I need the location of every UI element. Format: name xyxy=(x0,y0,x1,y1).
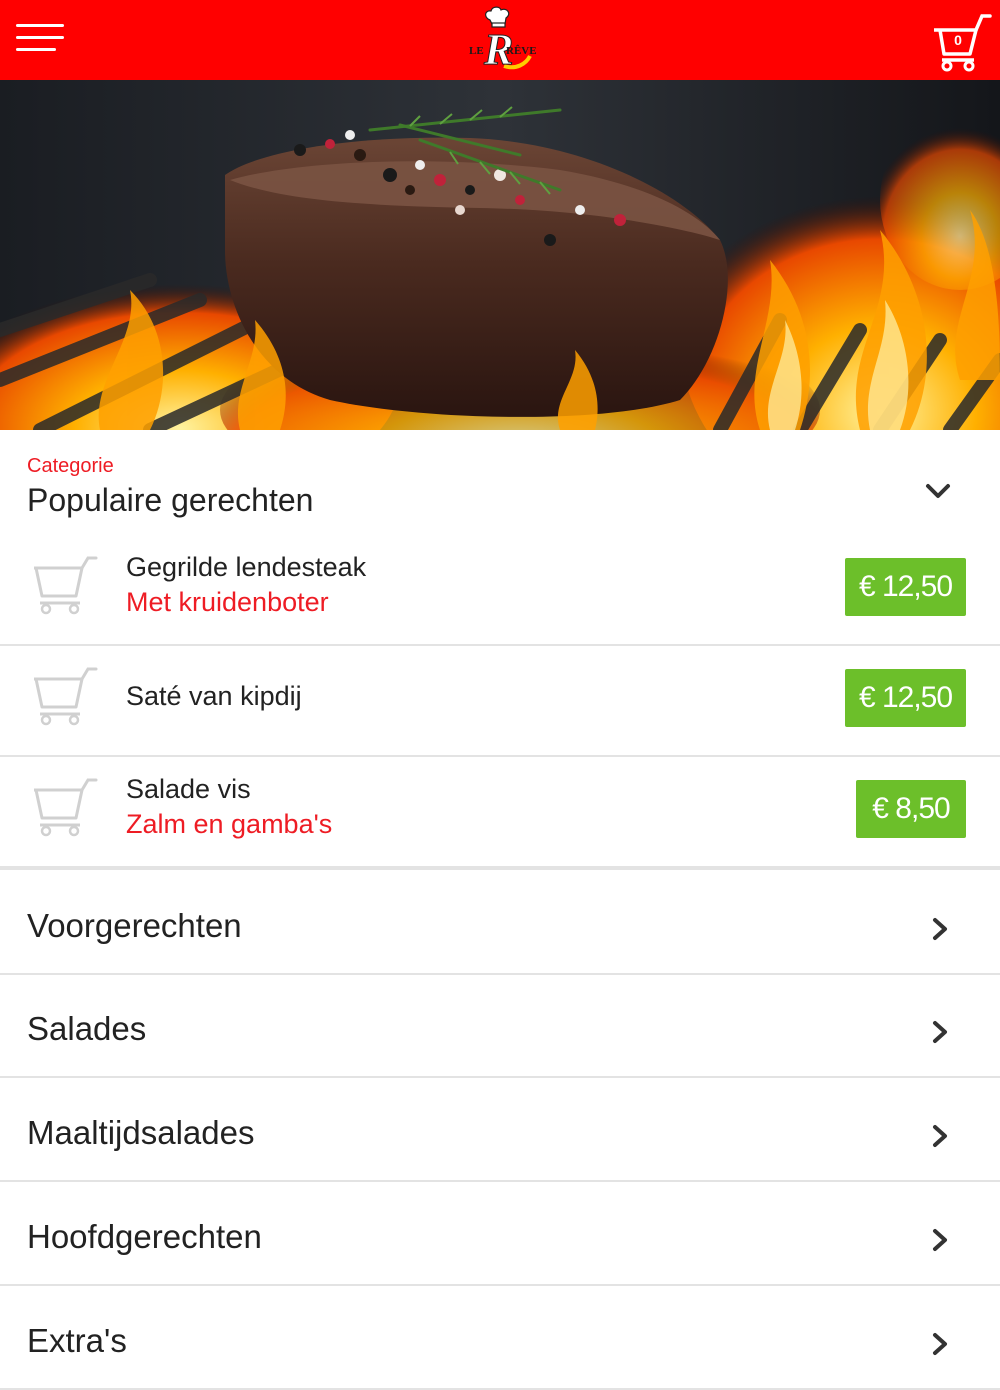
dish-row[interactable]: Salade vis Zalm en gamba's € 8,50 xyxy=(0,756,1000,868)
cart-count-badge: 0 xyxy=(954,32,962,48)
chevron-right-icon xyxy=(933,1021,947,1043)
logo[interactable]: LE R RÊVE xyxy=(460,6,540,75)
dish-name: Saté van kipdij xyxy=(126,681,302,711)
hamburger-line xyxy=(16,24,64,27)
dish-description: Zalm en gamba's xyxy=(126,809,333,839)
dish-row[interactable]: Saté van kipdij € 12,50 xyxy=(0,645,1000,757)
price-button[interactable]: € 8,50 xyxy=(856,780,966,838)
svg-text:LE: LE xyxy=(469,45,484,57)
dish-description: Met kruidenboter xyxy=(126,587,329,617)
chevron-down-icon[interactable] xyxy=(920,474,956,508)
category-row-maaltijdsalades[interactable]: Maaltijdsalades xyxy=(0,1077,1000,1182)
cart-button[interactable]: 0 xyxy=(930,10,992,72)
add-to-cart-icon[interactable] xyxy=(30,667,100,727)
category-row-label: Hoofdgerechten xyxy=(27,1218,262,1255)
hero-image xyxy=(0,80,1000,430)
svg-text:RÊVE: RÊVE xyxy=(506,45,537,57)
price-button[interactable]: € 12,50 xyxy=(845,558,966,616)
hamburger-line xyxy=(16,36,64,39)
category-row-hoofdgerechten[interactable]: Hoofdgerechten xyxy=(0,1181,1000,1286)
chevron-right-icon xyxy=(933,1125,947,1147)
dish-name: Gegrilde lendesteak xyxy=(126,552,367,582)
category-row-voorgerechten[interactable]: Voorgerechten xyxy=(0,868,1000,975)
category-row-label: Extra's xyxy=(27,1322,127,1359)
category-title[interactable]: Populaire gerechten xyxy=(27,482,313,519)
steak-on-grill-image xyxy=(0,80,1000,430)
category-label: Categorie xyxy=(27,455,114,477)
category-row-label: Maaltijdsalades xyxy=(27,1114,255,1151)
chevron-right-icon xyxy=(933,918,947,940)
dish-row[interactable]: Gegrilde lendesteak Met kruidenboter € 1… xyxy=(0,534,1000,646)
add-to-cart-icon[interactable] xyxy=(30,556,100,616)
hamburger-line xyxy=(16,48,56,51)
hamburger-icon[interactable] xyxy=(14,24,66,56)
category-row-salades[interactable]: Salades xyxy=(0,973,1000,1078)
price-button[interactable]: € 12,50 xyxy=(845,669,966,727)
chevron-right-icon xyxy=(933,1229,947,1251)
add-to-cart-icon[interactable] xyxy=(30,778,100,838)
category-row-label: Voorgerechten xyxy=(27,907,242,944)
dish-name: Salade vis xyxy=(126,774,251,804)
top-bar: LE R RÊVE 0 xyxy=(0,0,1000,80)
category-row-extras[interactable]: Extra's xyxy=(0,1285,1000,1390)
logo-graphic: LE R RÊVE xyxy=(469,6,537,75)
category-row-label: Salades xyxy=(27,1010,147,1047)
